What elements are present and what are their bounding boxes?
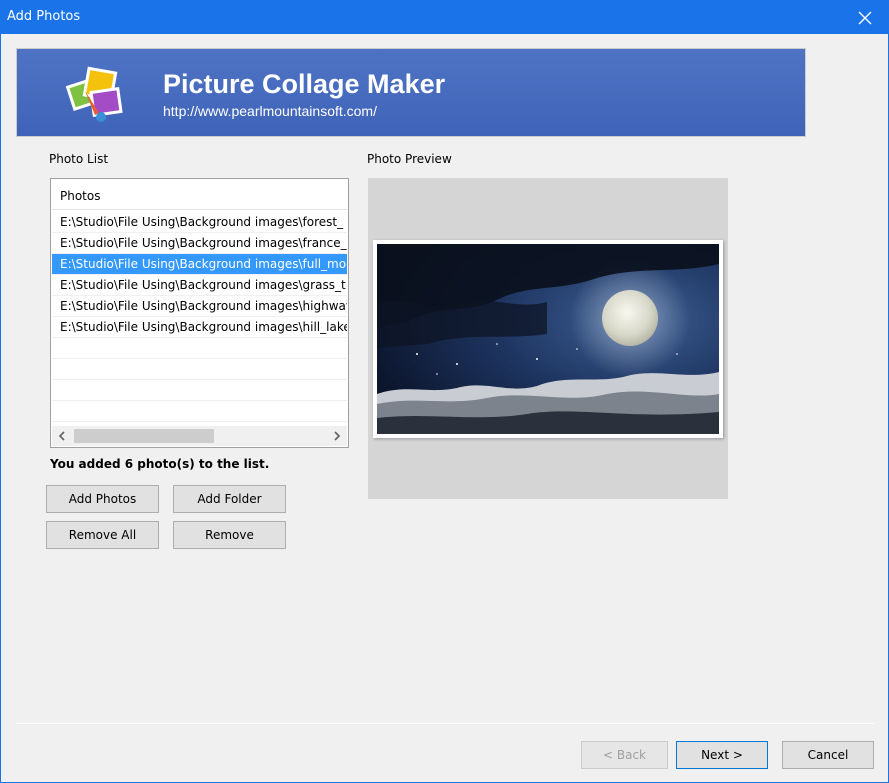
scroll-right-button[interactable] <box>329 428 345 444</box>
add-photos-window: Add Photos Picture Collage Maker http://… <box>0 0 889 783</box>
list-empty-row <box>52 401 347 422</box>
close-icon <box>858 11 872 24</box>
list-item[interactable]: E:\Studio\File Using\Background images\g… <box>52 275 347 296</box>
banner-title: Picture Collage Maker <box>163 69 446 99</box>
status-text: You added 6 photo(s) to the list. <box>50 457 270 471</box>
title-bar: Add Photos <box>1 1 888 34</box>
remove-button[interactable]: Remove <box>173 521 286 549</box>
photo-list-label: Photo List <box>49 152 109 166</box>
list-item-selected[interactable]: E:\Studio\File Using\Background images\f… <box>52 254 347 275</box>
list-empty-row <box>52 338 347 359</box>
scrollbar-thumb[interactable] <box>74 429 214 443</box>
banner-url: http://www.pearlmountainsoft.com/ <box>163 103 377 119</box>
chevron-right-icon <box>334 431 341 441</box>
cancel-button[interactable]: Cancel <box>782 741 874 769</box>
close-button[interactable] <box>842 1 888 34</box>
app-banner: Picture Collage Maker http://www.pearlmo… <box>16 48 806 137</box>
next-button[interactable]: Next > <box>676 741 768 769</box>
horizontal-scrollbar[interactable] <box>52 426 347 446</box>
remove-all-button[interactable]: Remove All <box>46 521 159 549</box>
chevron-left-icon <box>58 431 65 441</box>
photo-list[interactable]: Photos E:\Studio\File Using\Background i… <box>50 178 349 448</box>
footer-separator <box>16 723 874 724</box>
scroll-left-button[interactable] <box>54 428 70 444</box>
list-item[interactable]: E:\Studio\File Using\Background images\h… <box>52 296 347 317</box>
list-empty-row <box>52 380 347 401</box>
photo-preview-label: Photo Preview <box>367 152 452 166</box>
list-column-header[interactable]: Photos <box>52 180 347 210</box>
preview-image <box>377 244 719 434</box>
add-photos-button[interactable]: Add Photos <box>46 485 159 513</box>
add-folder-button[interactable]: Add Folder <box>173 485 286 513</box>
collage-logo-icon <box>65 66 123 122</box>
list-item[interactable]: E:\Studio\File Using\Background images\f… <box>52 212 347 233</box>
preview-photo <box>373 240 723 438</box>
list-item[interactable]: E:\Studio\File Using\Background images\h… <box>52 317 347 338</box>
list-empty-row <box>52 359 347 380</box>
back-button[interactable]: < Back <box>581 741 668 769</box>
column-header-photos: Photos <box>60 189 101 203</box>
list-item[interactable]: E:\Studio\File Using\Background images\f… <box>52 233 347 254</box>
list-rows: E:\Studio\File Using\Background images\f… <box>52 212 347 424</box>
window-title: Add Photos <box>7 9 81 24</box>
